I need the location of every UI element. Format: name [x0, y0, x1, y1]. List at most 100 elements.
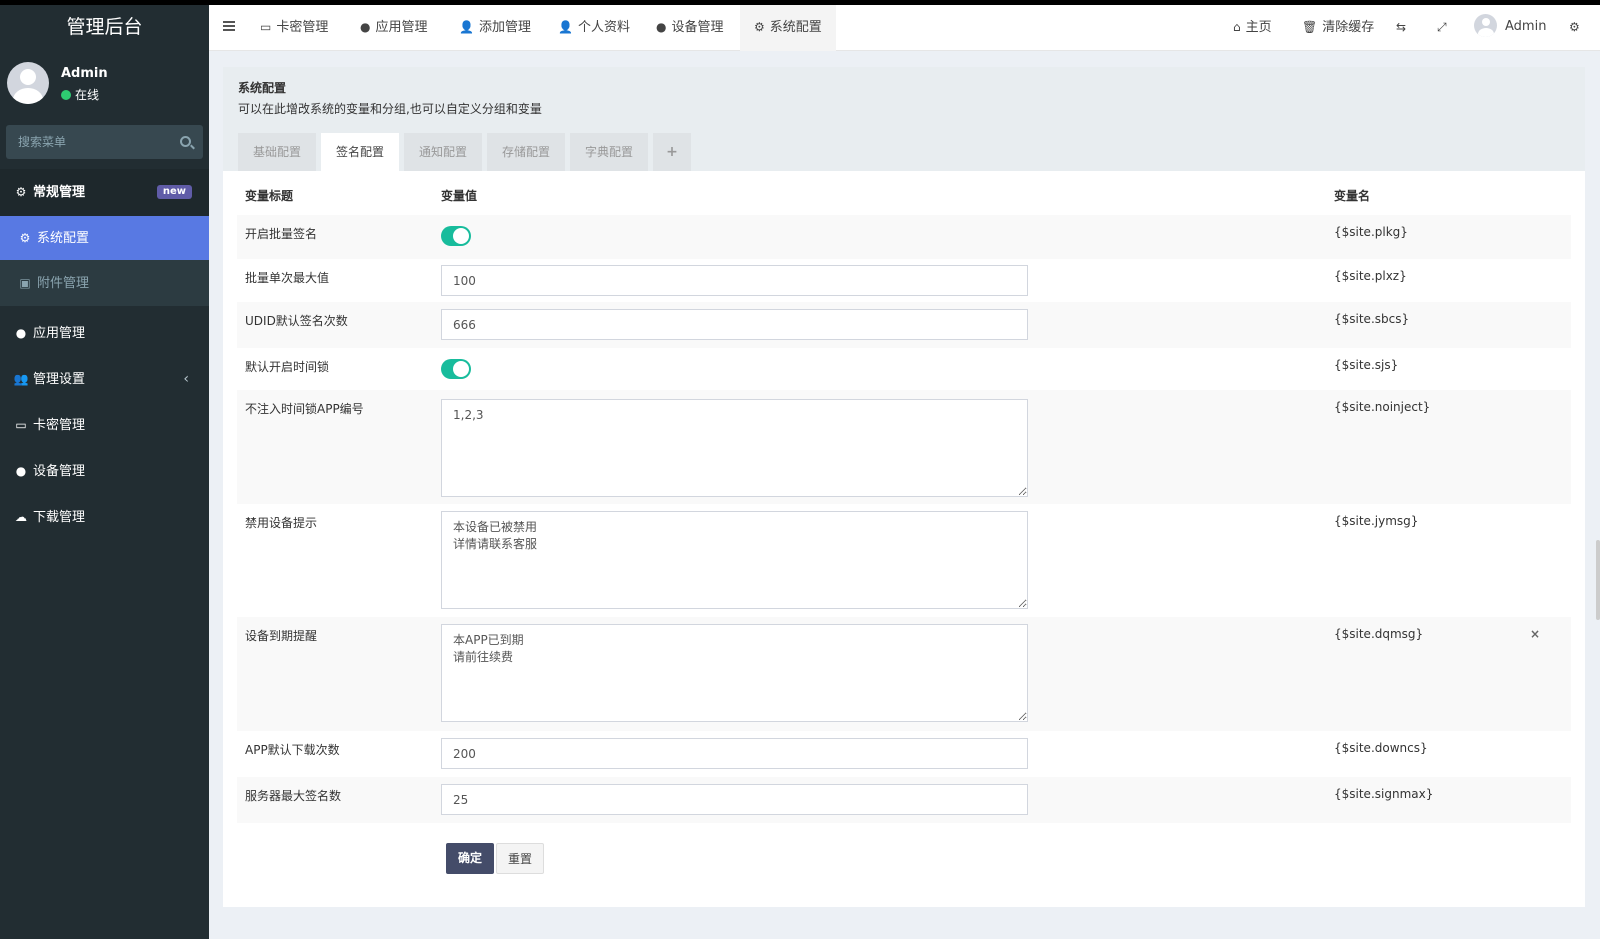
sidebar-item-cards[interactable]: ▭ 卡密管理 — [0, 402, 209, 448]
avatar — [1474, 14, 1497, 37]
reset-button[interactable]: 重置 — [496, 843, 544, 874]
add-tab-button[interactable]: + — [653, 133, 691, 171]
sidebar-item-devices[interactable]: ● 设备管理 — [0, 448, 209, 494]
top-navbar: ▭ 卡密管理 ● 应用管理 👤 添加管理 👤 个人资料 ● 设备管理 ⚙ 系统配置 ⌂ 主页 … — [209, 5, 1600, 51]
row-varname: {$site.noinject} — [1334, 400, 1431, 414]
clear-cache-label: 清除缓存 — [1322, 20, 1375, 35]
sidebar-item-label: 设备管理 — [33, 464, 86, 479]
table-row: 不注入时间锁APP编号 1,2,3 {$site.noinject} — [237, 390, 1571, 504]
batch-max-input[interactable] — [441, 265, 1028, 296]
user-icon: 👤 — [459, 20, 474, 34]
tab-label: 个人资料 — [577, 20, 630, 35]
apple-icon: ● — [656, 20, 667, 34]
row-varname: {$site.plkg} — [1334, 225, 1408, 239]
user-panel: Admin 在线 — [0, 50, 209, 118]
tab-system-config[interactable]: ⚙ 系统配置 — [740, 5, 836, 51]
tab-dictionary[interactable]: 字典配置 — [570, 133, 648, 171]
search-icon[interactable] — [180, 136, 191, 147]
sidebar-item-label: 卡密管理 — [33, 418, 86, 433]
control-sidebar-toggle[interactable]: ⚙ — [1569, 5, 1585, 51]
gear-icon: ⚙ — [19, 231, 31, 245]
tab-label: 系统配置 — [769, 20, 822, 35]
sidebar-item-general[interactable]: ⚙ 常规管理 new — [0, 169, 209, 216]
gears-icon: ⚙ — [15, 185, 27, 199]
sidebar-search — [6, 125, 203, 159]
new-badge: new — [156, 185, 192, 199]
language-icon: ⇆ — [1396, 20, 1407, 34]
online-dot-icon — [61, 90, 71, 100]
app-logo[interactable]: 管理后台 — [0, 5, 209, 50]
image-icon: ▣ — [19, 276, 31, 290]
sidebar-item-system-config[interactable]: ⚙ 系统配置 — [0, 216, 209, 260]
page-description: 可以在此增改系统的变量和分组,也可以自定义分组和变量 — [238, 102, 542, 116]
credit-card-icon: ▭ — [15, 418, 27, 432]
circle-icon: ● — [360, 20, 371, 34]
fullscreen-icon: ⤢ — [1437, 20, 1447, 34]
sidebar-item-label: 附件管理 — [37, 276, 90, 291]
column-name-header: 变量名 — [1334, 189, 1371, 203]
user-status-text: 在线 — [75, 88, 100, 102]
credit-card-icon: ▭ — [260, 20, 272, 34]
row-label: 默认开启时间锁 — [245, 360, 330, 374]
circle-icon: ● — [15, 326, 27, 340]
row-varname: {$site.dqmsg} — [1334, 627, 1424, 641]
sidebar-item-label: 应用管理 — [33, 326, 86, 341]
table-row: 禁用设备提示 本设备已被禁用 详情请联系客服 {$site.jymsg} — [237, 504, 1571, 617]
column-value-header: 变量值 — [441, 189, 478, 203]
udid-sign-count-input[interactable] — [441, 309, 1028, 340]
search-input[interactable] — [6, 125, 203, 159]
apple-icon: ● — [15, 464, 27, 478]
table-row: APP默认下载次数 {$site.downcs} — [237, 731, 1571, 777]
user-menu[interactable]: Admin — [1474, 5, 1546, 51]
table-row: UDID默认签名次数 {$site.sbcs} — [237, 302, 1571, 348]
tab-apps[interactable]: ● 应用管理 — [360, 5, 428, 51]
panel-heading: 系统配置 可以在此增改系统的变量和分组,也可以自定义分组和变量 基础配置 签名配… — [223, 67, 1585, 171]
tab-profile[interactable]: 👤 个人资料 — [558, 5, 630, 51]
translate-button[interactable]: ⇆ — [1396, 5, 1411, 51]
sidebar-item-downloads[interactable]: ☁ 下载管理 — [0, 494, 209, 540]
submit-button[interactable]: 确定 — [446, 843, 494, 874]
table-row: 开启批量签名 {$site.plkg} — [237, 215, 1571, 259]
sidebar-item-apps[interactable]: ● 应用管理 — [0, 310, 209, 356]
scrollbar[interactable] — [1596, 540, 1600, 620]
sidebar-item-label: 常规管理 — [33, 185, 86, 200]
row-varname: {$site.sjs} — [1334, 358, 1399, 372]
clear-cache-button[interactable]: 🗑 清除缓存 — [1302, 5, 1374, 51]
tab-notify[interactable]: 通知配置 — [404, 133, 482, 171]
tab-label: 应用管理 — [375, 20, 428, 35]
row-varname: {$site.downcs} — [1334, 741, 1428, 755]
menu-toggle-icon[interactable] — [223, 21, 235, 31]
remove-row-icon[interactable]: × — [1530, 627, 1540, 641]
tab-storage[interactable]: 存储配置 — [487, 133, 565, 171]
row-label: 禁用设备提示 — [245, 516, 318, 530]
server-max-sign-input[interactable] — [441, 784, 1028, 815]
download-count-input[interactable] — [441, 738, 1028, 769]
row-label: 设备到期提醒 — [245, 629, 318, 643]
user-name: Admin — [61, 66, 108, 81]
batch-sign-toggle[interactable] — [441, 226, 471, 246]
time-lock-toggle[interactable] — [441, 359, 471, 379]
row-label: 服务器最大签名数 — [245, 789, 342, 803]
row-label: APP默认下载次数 — [245, 743, 340, 757]
tab-add-admin[interactable]: 👤 添加管理 — [459, 5, 531, 51]
row-label: 批量单次最大值 — [245, 271, 330, 285]
sidebar-item-admin-settings[interactable]: 👥 管理设置 ‹ — [0, 356, 209, 402]
chevron-left-icon: ‹ — [183, 371, 189, 387]
disabled-device-msg-textarea[interactable]: 本设备已被禁用 详情请联系客服 — [441, 511, 1028, 609]
home-link[interactable]: ⌂ 主页 — [1233, 5, 1272, 51]
tab-devices[interactable]: ● 设备管理 — [656, 5, 724, 51]
sidebar-menu: ⚙ 常规管理 new ⚙ 系统配置 ▣ 附件管理 ● 应用管理 👥 管理设置 ‹ ▭ 卡密管… — [0, 169, 209, 540]
sidebar-item-attachments[interactable]: ▣ 附件管理 — [0, 260, 209, 306]
table-row: 批量单次最大值 {$site.plxz} — [237, 259, 1571, 302]
tab-basic[interactable]: 基础配置 — [238, 133, 316, 171]
row-label: 不注入时间锁APP编号 — [245, 402, 364, 416]
row-varname: {$site.jymsg} — [1334, 514, 1419, 528]
expiry-reminder-textarea[interactable]: 本APP已到期 请前往续费 — [441, 624, 1028, 722]
fullscreen-button[interactable]: ⤢ — [1437, 5, 1452, 51]
tab-signature[interactable]: 签名配置 — [321, 133, 399, 171]
home-label: 主页 — [1245, 20, 1272, 35]
tab-cards[interactable]: ▭ 卡密管理 — [260, 5, 328, 51]
trash-icon: 🗑 — [1302, 20, 1318, 34]
no-inject-app-ids-textarea[interactable]: 1,2,3 — [441, 399, 1028, 497]
config-panel: 系统配置 可以在此增改系统的变量和分组,也可以自定义分组和变量 基础配置 签名配… — [223, 67, 1585, 907]
